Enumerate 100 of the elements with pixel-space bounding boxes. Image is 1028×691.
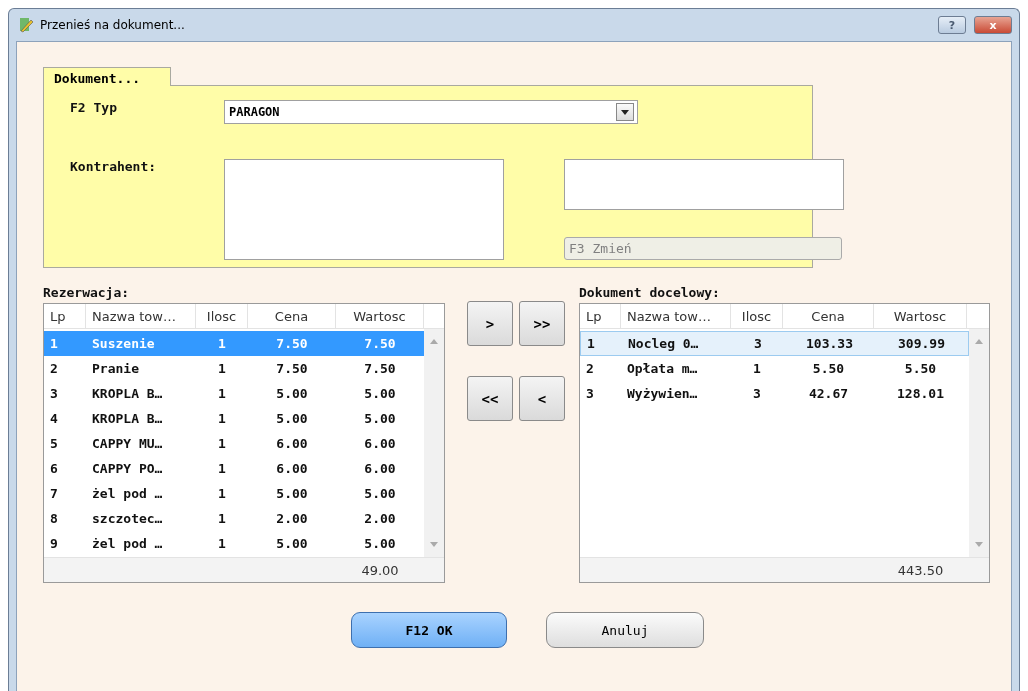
section-label: Rezerwacja: xyxy=(43,285,131,300)
table-cell-text: 1 xyxy=(217,485,227,503)
table-cell-text: 7.50 xyxy=(363,360,397,378)
column-header[interactable]: Nazwa tow… xyxy=(86,304,196,329)
table-cell-text: 2 xyxy=(585,360,595,378)
table-cell-text: 4 xyxy=(49,410,59,428)
column-header[interactable]: Nazwa tow… xyxy=(621,304,731,329)
table-cell-text: KROPLA B… xyxy=(91,385,164,403)
table-cell-text: 1 xyxy=(586,335,596,353)
section-label: Dokument docelowy: xyxy=(579,285,721,300)
table-cell-text: szczotec… xyxy=(91,510,164,528)
table-cell-text: 5.00 xyxy=(363,385,397,403)
help-button[interactable]: ? xyxy=(938,16,966,34)
table-cell-text: 1 xyxy=(49,335,59,353)
table-cell-text: 2.00 xyxy=(363,510,397,528)
table-row[interactable]: 1 Nocleg 0… 3 103.33 309.99 xyxy=(580,331,969,356)
table-cell-text: Pranie xyxy=(91,360,140,378)
scrollbar[interactable] xyxy=(969,329,989,557)
cancel-button[interactable]: Anuluj xyxy=(546,612,704,648)
window-title: Przenieś na dokument... xyxy=(40,18,186,32)
table-cell-text: 5.50 xyxy=(903,360,938,378)
table-row[interactable]: 7 żel pod … 1 5.00 5.00 xyxy=(44,481,424,506)
table-cell-text: 1 xyxy=(217,535,227,553)
table-cell-text: 7.50 xyxy=(275,360,309,378)
table-cell-text: 5.50 xyxy=(811,360,846,378)
column-header[interactable]: Ilosc xyxy=(731,304,783,329)
table-row[interactable]: 8 szczotec… 1 2.00 2.00 xyxy=(44,506,424,531)
table-row[interactable]: 5 CAPPY MU… 1 6.00 6.00 xyxy=(44,431,424,456)
type-dropdown[interactable]: PARAGON xyxy=(224,100,638,124)
table-cell-text: Opłata m… xyxy=(626,360,699,378)
table-row[interactable]: 9 żel pod … 1 5.00 5.00 xyxy=(44,531,424,556)
table-cell-text: 5.00 xyxy=(275,535,309,553)
transfer-button[interactable]: << xyxy=(467,376,513,421)
contractor-label: Kontrahent: xyxy=(70,158,158,176)
column-header[interactable]: Cena xyxy=(783,304,874,329)
column-header[interactable]: Wartosc xyxy=(336,304,424,329)
scroll-down-icon[interactable] xyxy=(975,542,983,547)
table-cell-text: 5.00 xyxy=(363,410,397,428)
table-cell-text: 5.00 xyxy=(275,485,309,503)
table-cell-text: 1 xyxy=(217,360,227,378)
transfer-button[interactable]: >> xyxy=(519,301,565,346)
table-cell-text: CAPPY PO… xyxy=(91,460,164,478)
scroll-up-icon[interactable] xyxy=(975,339,983,344)
table-cell-text: 1 xyxy=(217,335,227,353)
group-tab[interactable]: Dokument... xyxy=(43,67,171,86)
column-header[interactable]: Lp xyxy=(44,304,86,329)
app-icon xyxy=(18,17,34,33)
table-cell-text: 103.33 xyxy=(805,335,854,353)
table-cell-text: 5.00 xyxy=(363,535,397,553)
contractor-detail-field[interactable] xyxy=(564,158,844,210)
table-row[interactable]: 3 Wyżywien… 3 42.67 128.01 xyxy=(580,381,969,406)
table-cell-text: 1 xyxy=(752,360,762,378)
transfer-button[interactable]: < xyxy=(519,376,565,421)
table-cell-text: 6.00 xyxy=(275,460,309,478)
table-cell-text: Wyżywien… xyxy=(626,385,699,403)
dropdown-caret-icon xyxy=(621,109,629,115)
table-row[interactable]: 4 KROPLA B… 1 5.00 5.00 xyxy=(44,406,424,431)
ok-button[interactable]: F12 OK xyxy=(351,612,507,648)
table-row[interactable]: 2 Opłata m… 1 5.50 5.50 xyxy=(580,356,969,381)
table-cell-text: 3 xyxy=(753,335,763,353)
table-cell-text: 6 xyxy=(49,460,59,478)
table-cell-text: 1 xyxy=(217,510,227,528)
table-cell-text: 5 xyxy=(49,435,59,453)
table-cell-text: 8 xyxy=(49,510,59,528)
table-cell-text: 6.00 xyxy=(363,435,397,453)
table-row[interactable]: 6 CAPPY PO… 1 6.00 6.00 xyxy=(44,456,424,481)
transfer-button[interactable]: > xyxy=(467,301,513,346)
table-cell-text: 5.00 xyxy=(275,410,309,428)
table-cell-text: Nocleg 0… xyxy=(627,335,700,353)
column-header[interactable]: Wartosc xyxy=(874,304,967,329)
table-cell-text: 7 xyxy=(49,485,59,503)
table-cell-text: KROPLA B… xyxy=(91,410,164,428)
table-row[interactable]: 2 Pranie 1 7.50 7.50 xyxy=(44,356,424,381)
table-cell-text: żel pod … xyxy=(91,485,164,503)
scroll-down-icon[interactable] xyxy=(430,542,438,547)
table-cell-text: 2.00 xyxy=(275,510,309,528)
table-cell-text: 6.00 xyxy=(363,460,397,478)
table-cell-text: 1 xyxy=(217,460,227,478)
table-cell-text: 1 xyxy=(217,385,227,403)
table-cell-text: 128.01 xyxy=(896,385,945,403)
table-cell-text: 9 xyxy=(49,535,59,553)
table-cell-text: 309.99 xyxy=(897,335,946,353)
table-cell-text: 3 xyxy=(752,385,762,403)
column-header[interactable]: Ilosc xyxy=(196,304,248,329)
column-header[interactable]: Cena xyxy=(248,304,336,329)
table-cell-text: 7.50 xyxy=(275,335,309,353)
table-cell-text: żel pod … xyxy=(91,535,164,553)
table-cell-text: 3 xyxy=(49,385,59,403)
type-label: F2 Typ xyxy=(70,100,118,117)
table-cell-text: 5.00 xyxy=(363,485,397,503)
scroll-up-icon[interactable] xyxy=(430,339,438,344)
table-cell-text: CAPPY MU… xyxy=(91,435,164,453)
column-header[interactable]: Lp xyxy=(580,304,621,329)
table-row[interactable]: 3 KROPLA B… 1 5.00 5.00 xyxy=(44,381,424,406)
table-cell-text: 3 xyxy=(585,385,595,403)
table-cell-text: 2 xyxy=(49,360,59,378)
scrollbar[interactable] xyxy=(424,329,444,557)
total-value: 49.00 xyxy=(360,561,400,580)
table-cell-text: 1 xyxy=(217,435,227,453)
contractor-field[interactable] xyxy=(224,158,504,260)
